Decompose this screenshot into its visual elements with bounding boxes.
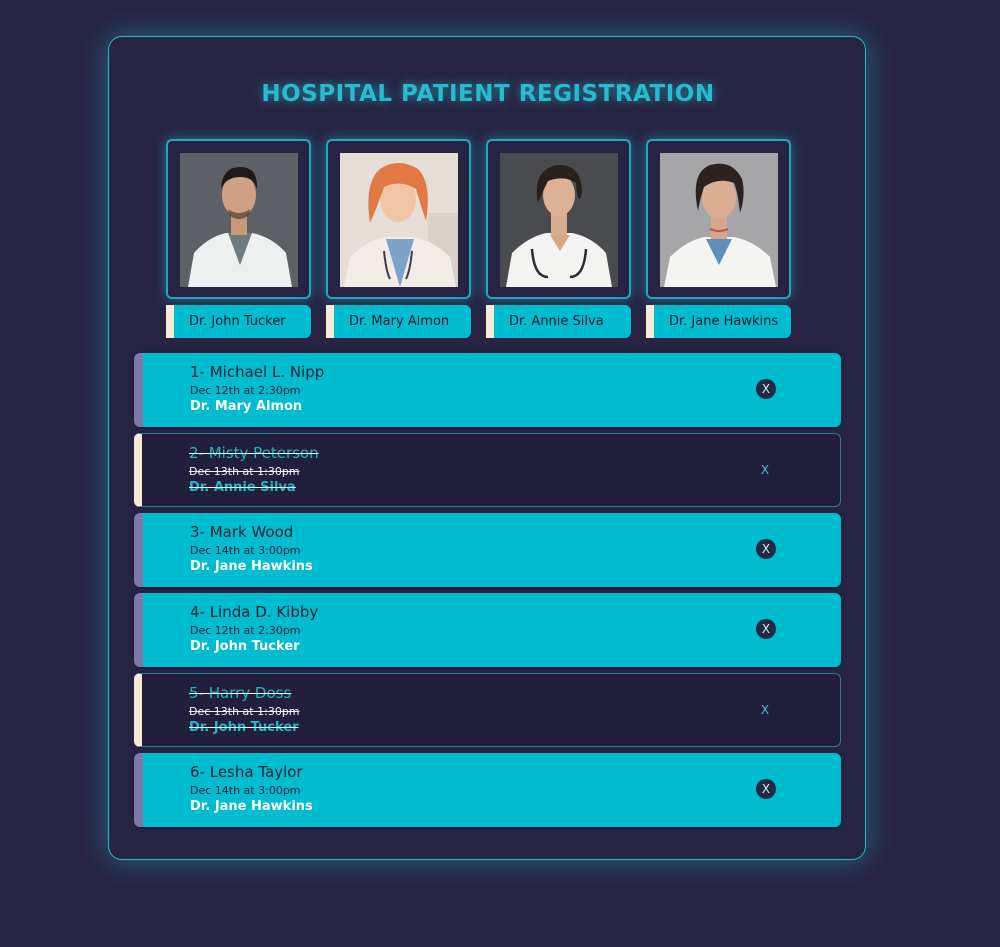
registration-panel: HOSPITAL PATIENT REGISTRATION Dr. John T…	[108, 36, 866, 860]
appointment-item[interactable]: 3- Mark Wood Dec 14th at 3:00pm Dr. Jane…	[134, 513, 841, 587]
patient-name: 6- Lesha Taylor	[190, 763, 303, 781]
doctor-photo	[500, 153, 618, 287]
appointment-time: Dec 14th at 3:00pm	[190, 784, 301, 797]
delete-appointment-button[interactable]: X	[756, 619, 776, 639]
doctor-card-mary-almon[interactable]	[326, 139, 471, 299]
page-title: HOSPITAL PATIENT REGISTRATION	[261, 81, 715, 107]
doctor-photo	[660, 153, 778, 287]
doctor-name-label: Dr. Jane Hawkins	[646, 305, 791, 338]
appointment-item[interactable]: 5- Harry Doss Dec 13th at 1:30pm Dr. Joh…	[134, 673, 841, 747]
appointment-item[interactable]: 4- Linda D. Kibby Dec 12th at 2:30pm Dr.…	[134, 593, 841, 667]
doctor-photo	[340, 153, 458, 287]
delete-appointment-button[interactable]: X	[755, 700, 775, 720]
doctor-name-label: Dr. Mary Almon	[326, 305, 471, 338]
patient-name: 5- Harry Doss	[189, 684, 292, 702]
appointment-item[interactable]: 2- Misty Peterson Dec 13th at 1:30pm Dr.…	[134, 433, 841, 507]
delete-appointment-button[interactable]: X	[756, 539, 776, 559]
patient-name: 3- Mark Wood	[190, 523, 294, 541]
appointment-time: Dec 13th at 1:30pm	[189, 705, 300, 718]
appointment-item[interactable]: 1- Michael L. Nipp Dec 12th at 2:30pm Dr…	[134, 353, 841, 427]
patient-name: 4- Linda D. Kibby	[190, 603, 319, 621]
assigned-doctor: Dr. John Tucker	[189, 720, 299, 735]
doctor-photo	[180, 153, 298, 287]
appointment-time: Dec 12th at 2:30pm	[190, 624, 301, 637]
appointment-time: Dec 13th at 1:30pm	[189, 465, 300, 478]
delete-appointment-button[interactable]: X	[755, 460, 775, 480]
patient-name: 2- Misty Peterson	[189, 444, 319, 462]
appointment-time: Dec 12th at 2:30pm	[190, 384, 301, 397]
assigned-doctor: Dr. Jane Hawkins	[190, 559, 313, 574]
appointment-item[interactable]: 6- Lesha Taylor Dec 14th at 3:00pm Dr. J…	[134, 753, 841, 827]
appointment-time: Dec 14th at 3:00pm	[190, 544, 301, 557]
doctor-card-jane-hawkins[interactable]	[646, 139, 791, 299]
doctor-card-annie-silva[interactable]	[486, 139, 631, 299]
delete-appointment-button[interactable]: X	[756, 379, 776, 399]
delete-appointment-button[interactable]: X	[756, 779, 776, 799]
assigned-doctor: Dr. Annie Silva	[189, 480, 296, 495]
assigned-doctor: Dr. Jane Hawkins	[190, 799, 313, 814]
assigned-doctor: Dr. Mary Almon	[190, 399, 303, 414]
doctor-name-label: Dr. Annie Silva	[486, 305, 631, 338]
assigned-doctor: Dr. John Tucker	[190, 639, 300, 654]
doctor-card-john-tucker[interactable]	[166, 139, 311, 299]
patient-name: 1- Michael L. Nipp	[190, 363, 325, 381]
doctor-name-label: Dr. John Tucker	[166, 305, 311, 338]
